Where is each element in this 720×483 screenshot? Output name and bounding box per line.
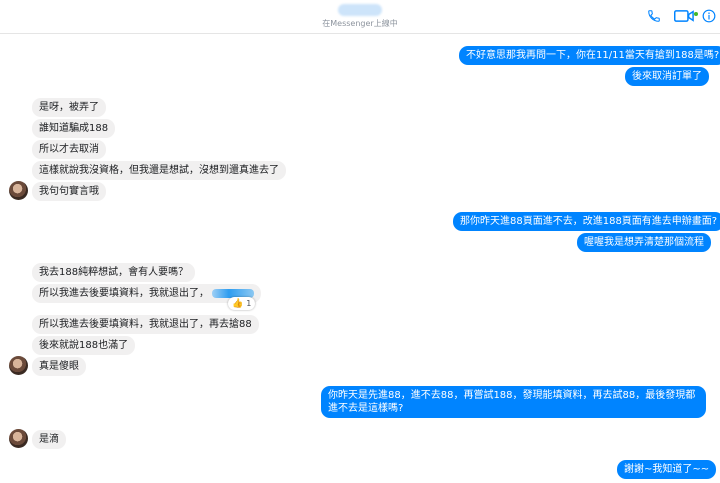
message-bubble[interactable]: 謝謝~我知道了~~ [617, 460, 717, 479]
active-status: 在Messenger上線中 [322, 19, 398, 28]
message-bubble[interactable]: 後來取消訂單了 [625, 67, 709, 86]
avatar[interactable] [9, 181, 28, 200]
message-bubble[interactable]: 那你昨天進88頁面進不去，改進188頁面有進去申辦畫面? [453, 212, 720, 231]
contact-name-redacted[interactable] [338, 4, 382, 16]
message-bubble[interactable]: 喔喔我是想弄清楚那個流程 [577, 233, 711, 252]
message-bubble[interactable]: 我去188純粹想試，會有人要嗎？ [32, 263, 196, 282]
message-bubble[interactable]: 是滴 [32, 430, 66, 449]
message-bubble[interactable]: 後來就說188也滿了 [32, 336, 136, 355]
message-bubble[interactable]: 不好意思那我再問一下，你在11/11當天有搶到188是嗎? [459, 46, 720, 65]
info-icon[interactable] [701, 7, 717, 25]
message-bubble[interactable]: 所以才去取消 [32, 140, 106, 159]
message-bubble[interactable]: 真是傻眼 [32, 357, 86, 376]
thumbs-up-icon: 👍 [232, 298, 244, 309]
message-bubble[interactable]: 所以我進去後要填資料，我就退出了， [32, 284, 261, 303]
message-bubble[interactable]: 我句句實言哦 [32, 182, 106, 201]
message-bubble[interactable]: 是呀，被弄了 [32, 98, 106, 117]
chat-header: 在Messenger上線中 [0, 0, 720, 34]
avatar[interactable] [9, 429, 28, 448]
message-thread: 不好意思那我再問一下，你在11/11當天有搶到188是嗎? 後來取消訂單了 是呀… [0, 0, 720, 483]
online-dot [694, 12, 698, 16]
phone-icon[interactable] [646, 7, 662, 25]
message-bubble[interactable]: 這樣就說我沒資格，但我還是想試，沒想到還真進去了 [32, 161, 286, 180]
message-bubble[interactable]: 誰知道騙成188 [32, 119, 116, 138]
message-bubble[interactable]: 你昨天是先進88，進不去88，再嘗試188，發現能填資料，再去試88，最後發現都… [321, 386, 706, 418]
message-bubble[interactable]: 所以我進去後要填資料，我就退出了，再去搶88 [32, 315, 259, 334]
reaction-count: 1 [246, 299, 252, 308]
avatar[interactable] [9, 356, 28, 375]
message-text: 所以我進去後要填資料，我就退出了， [39, 288, 209, 299]
reaction-badge[interactable]: 👍 1 [228, 297, 256, 310]
video-icon[interactable] [673, 7, 698, 25]
